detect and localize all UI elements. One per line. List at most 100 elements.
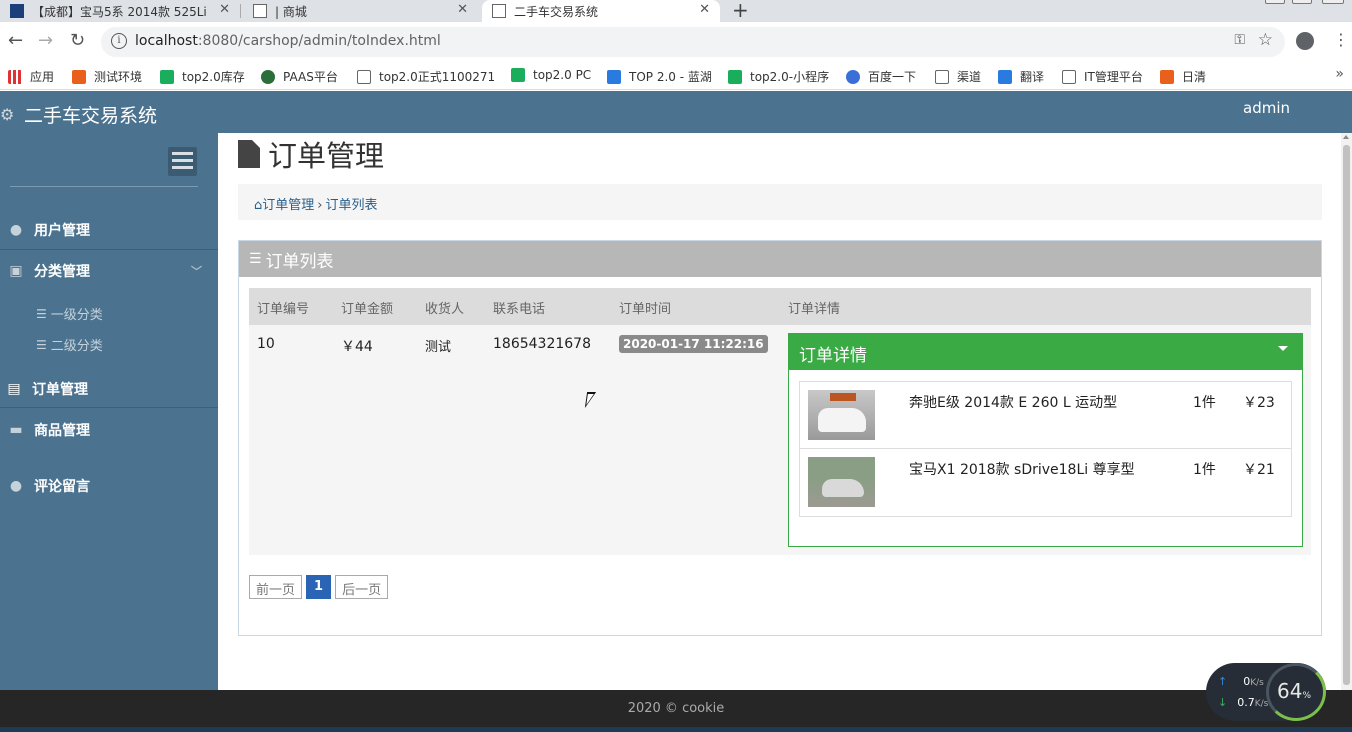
translate-icon <box>998 69 1012 84</box>
tab-close-icon[interactable]: ✕ <box>457 2 468 17</box>
breadcrumb-root[interactable]: 订单管理 <box>262 198 314 213</box>
caret-down-icon[interactable] <box>1278 346 1288 351</box>
list-icon: ☰ <box>36 306 47 321</box>
order-list-panel: ☰ 订单列表 订单编号 订单金额 收货人 联系电话 订单时间 订单详情 10 ￥… <box>238 240 1322 636</box>
bookmark-item[interactable]: 百度一下 <box>846 68 916 85</box>
sidebar-item-comments[interactable]: ● 评论留言 <box>0 476 218 496</box>
scroll-up-arrow-icon[interactable] <box>1343 135 1349 139</box>
site-favicon-icon <box>10 4 24 18</box>
product-name: 奔驰E级 2014款 E 260 L 运动型 <box>909 395 1118 411</box>
column-header: 订单时间 <box>619 302 672 317</box>
bookmark-item[interactable]: top2.0-小程序 <box>728 68 829 85</box>
next-page-button[interactable]: 后一页 <box>335 575 389 599</box>
tab-close-icon[interactable]: ✕ <box>219 2 230 17</box>
bookmark-item[interactable]: top2.0正式1100271 <box>357 68 495 85</box>
bookmark-item[interactable]: TOP 2.0 - 蓝湖 <box>607 68 712 85</box>
sidebar-subitem-level1[interactable]: ☰ 一级分类 <box>36 304 103 324</box>
sidebar-item-label: 订单管理 <box>32 382 88 398</box>
browser-tab-1[interactable]: 【成都】宝马5系 2014款 525Li ✕ <box>0 0 240 22</box>
browser-tab-3-active[interactable]: 二手车交易系统 ✕ <box>482 0 720 22</box>
url-field[interactable]: i localhost:8080/carshop/admin/toIndex.h… <box>101 27 1285 57</box>
download-speed: ↓ 0.7K/s <box>1218 696 1269 709</box>
browser-menu-icon[interactable]: ⋮ <box>1333 30 1349 49</box>
bookmark-apps[interactable]: 应用 <box>8 68 54 85</box>
tab-close-icon[interactable]: ✕ <box>699 2 710 17</box>
briefcase-icon: ▬ <box>9 422 23 438</box>
bookmark-favicon-icon <box>607 69 621 84</box>
bookmarks-overflow-icon[interactable]: » <box>1335 66 1344 82</box>
key-icon[interactable]: ⚿ <box>1234 32 1245 48</box>
maximize-icon[interactable] <box>1292 0 1312 4</box>
sidebar-item-order-management[interactable]: ▤ 订单管理 <box>0 379 218 399</box>
footer: 2020 © cookie <box>0 690 1352 727</box>
bookmark-favicon-icon <box>261 69 275 84</box>
bookmark-item[interactable]: IT管理平台 <box>1062 68 1143 85</box>
order-table: 订单编号 订单金额 收货人 联系电话 订单时间 订单详情 10 ￥44 测试 1… <box>249 288 1311 555</box>
sidebar-item-label: 分类管理 <box>34 264 90 280</box>
sidebar-subitem-level2[interactable]: ☰ 二级分类 <box>36 335 103 355</box>
user-icon: ● <box>9 478 23 494</box>
bookmark-item[interactable]: top2.0 PC <box>511 68 591 82</box>
tab-title: 【成都】宝马5系 2014款 525Li <box>32 4 207 19</box>
page-title: 订单管理 <box>238 133 384 175</box>
bookmark-item[interactable]: 渠道 <box>935 68 981 85</box>
sidebar-item-label: 用户管理 <box>34 223 90 239</box>
window-close-icon[interactable] <box>1322 0 1344 4</box>
order-detail-box: 订单详情 奔驰E级 2014款 E 260 L 运动型 1件 ￥23 宝马X1 <box>788 333 1303 547</box>
column-header: 联系电话 <box>493 302 546 317</box>
page-scrollbar[interactable] <box>1341 133 1352 690</box>
network-speed-widget[interactable]: ↑ 0K/s ↓ 0.7K/s 64% <box>1206 663 1326 721</box>
category-icon: ▣ <box>9 263 23 279</box>
sidebar-item-category-management[interactable]: ▣ 分类管理 ﹀ <box>0 261 218 281</box>
chevron-down-icon: ﹀ <box>191 265 202 278</box>
sidebar-item-user-management[interactable]: ● 用户管理 <box>0 220 218 240</box>
main-content: 订单管理 ⌂订单管理 › 订单列表 ☰ 订单列表 订单编号 订单金额 收货人 联系电… <box>218 133 1341 690</box>
back-arrow-icon[interactable]: ← <box>8 30 23 51</box>
column-header: 订单金额 <box>341 302 394 317</box>
order-phone: 18654321678 <box>493 336 591 352</box>
product-list: 奔驰E级 2014款 E 260 L 运动型 1件 ￥23 宝马X1 2018款… <box>799 381 1292 517</box>
page-1-button[interactable]: 1 <box>306 575 332 599</box>
scroll-thumb[interactable] <box>1343 145 1350 685</box>
new-tab-icon[interactable]: + <box>732 0 749 22</box>
product-qty: 1件 <box>1193 395 1216 411</box>
prev-page-button[interactable]: 前一页 <box>249 575 303 599</box>
bookmark-star-icon[interactable]: ☆ <box>1258 30 1273 50</box>
forward-arrow-icon[interactable]: → <box>38 30 53 51</box>
page-icon <box>1062 69 1076 84</box>
info-icon[interactable]: i <box>111 33 127 49</box>
list-item: 奔驰E级 2014款 E 260 L 运动型 1件 ￥23 <box>800 382 1291 449</box>
order-time-badge: 2020-01-17 11:22:16 <box>619 335 768 353</box>
list-icon: ☰ <box>36 337 47 352</box>
apps-grid-icon <box>8 69 22 84</box>
brand-title: 二手车交易系统 <box>24 105 158 127</box>
reload-icon[interactable]: ↻ <box>70 30 85 51</box>
page-icon <box>935 69 949 84</box>
brand[interactable]: ⚙ 二手车交易系统 <box>0 101 157 128</box>
user-name[interactable]: admin <box>1243 99 1290 117</box>
bookmark-item[interactable]: 测试环境 <box>72 68 142 85</box>
minimize-icon[interactable] <box>1265 0 1285 4</box>
bookmark-favicon-icon <box>1160 69 1174 84</box>
breadcrumb-current[interactable]: 订单列表 <box>325 198 377 213</box>
browser-tab-bar: 【成都】宝马5系 2014款 525Li ✕ | 商城 ✕ 二手车交易系统 ✕ … <box>0 0 1352 22</box>
document-icon <box>238 140 260 168</box>
tab-title: | 商城 <box>275 4 307 19</box>
url-text[interactable]: localhost:8080/carshop/admin/toIndex.htm… <box>135 33 441 49</box>
browser-tab-2[interactable]: | 商城 ✕ <box>243 0 478 22</box>
order-receiver: 测试 <box>425 340 452 355</box>
sidebar-item-product-management[interactable]: ▬ 商品管理 <box>0 420 218 440</box>
bookmark-item[interactable]: 日清 <box>1160 68 1206 85</box>
bookmark-item[interactable]: top2.0库存 <box>160 68 245 85</box>
bookmark-item[interactable]: 翻译 <box>998 68 1044 85</box>
column-header: 收货人 <box>425 302 465 317</box>
order-detail-header[interactable]: 订单详情 <box>789 334 1302 370</box>
document-icon: ▤ <box>7 381 21 397</box>
bookmark-item[interactable]: PAAS平台 <box>261 68 338 85</box>
profile-avatar-icon[interactable] <box>1296 32 1314 50</box>
product-price: ￥23 <box>1243 395 1275 411</box>
list-item: 宝马X1 2018款 sDrive18Li 尊享型 1件 ￥21 <box>800 449 1291 516</box>
bookmark-favicon-icon <box>160 69 174 84</box>
menu-toggle-icon[interactable] <box>168 147 197 176</box>
product-name: 宝马X1 2018款 sDrive18Li 尊享型 <box>909 462 1135 478</box>
